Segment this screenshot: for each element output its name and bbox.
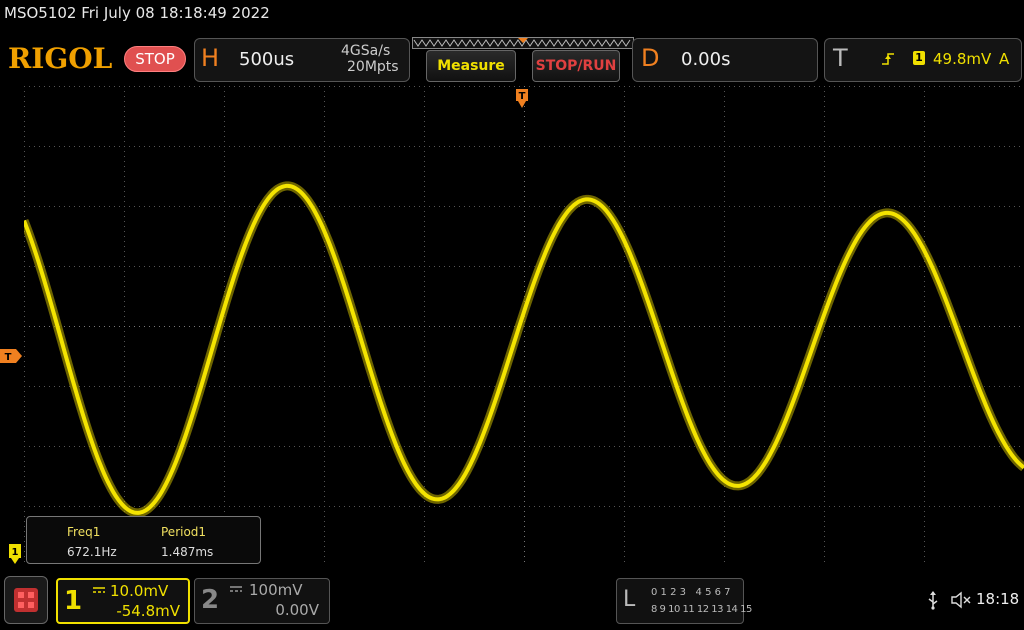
clock-time: 18:18: [976, 590, 1020, 608]
main-menu-button[interactable]: [4, 576, 48, 624]
channel1-scale: 10.0mV: [110, 582, 169, 600]
trigger-level: 49.8mV: [933, 50, 992, 68]
dc-coupling-icon: [93, 587, 105, 593]
usb-icon: [928, 591, 938, 610]
horizontal-panel[interactable]: H 500us 4GSa/s 20Mpts: [194, 38, 410, 82]
trigger-mode: A: [999, 50, 1010, 68]
channel1-ground-marker[interactable]: 1: [8, 543, 22, 565]
channel1-number: 1: [64, 586, 83, 616]
horizontal-letter: H: [201, 44, 220, 72]
freq-value: 672.1Hz: [67, 545, 117, 559]
rising-edge-icon: [882, 53, 894, 65]
period-value: 1.487ms: [161, 545, 214, 559]
logic-channels-row2: 8 9 10 11 12 13 14 15: [651, 604, 752, 615]
logic-analyzer-panel[interactable]: L 0 1 2 3 4 5 6 7 8 9 10 11 12 13 14 15: [616, 578, 752, 624]
trigger-position-label: T: [519, 91, 526, 102]
timebase-value: 500us: [239, 49, 295, 70]
rigol-logo: RIGOL: [8, 42, 113, 75]
mute-speaker-icon[interactable]: [950, 591, 972, 609]
trigger-letter: T: [833, 44, 848, 72]
trigger-level-marker-label: T: [5, 352, 12, 363]
delay-letter: D: [641, 44, 660, 72]
channel1-panel[interactable]: 1 10.0mV -54.8mV: [56, 578, 190, 624]
channel2-panel[interactable]: 2 100mV 0.00V: [194, 578, 330, 624]
channel2-offset: 0.00V: [275, 601, 319, 619]
delay-value: 0.00s: [681, 49, 731, 70]
measurement-readout[interactable]: Freq1 672.1Hz Period1 1.487ms: [26, 516, 261, 564]
memory-overview-strip[interactable]: [412, 37, 634, 49]
logic-letter: L: [623, 587, 636, 612]
freq-label: Freq1: [67, 525, 101, 539]
trigger-source-badge: 1: [913, 51, 925, 65]
channel1-offset: -54.8mV: [116, 602, 180, 620]
channel1-ground-label: 1: [12, 547, 19, 558]
stop-run-button[interactable]: STOP/RUN: [532, 50, 620, 82]
dc-coupling-icon: [230, 586, 242, 592]
measure-button[interactable]: Measure: [426, 50, 516, 82]
channel2-scale: 100mV: [249, 581, 303, 599]
device-status-line: MSO5102 Fri July 08 18:18:49 2022: [4, 4, 270, 22]
waveform-display[interactable]: [24, 86, 1024, 566]
trigger-position-icon[interactable]: T: [515, 88, 529, 110]
memory-depth: 20Mpts: [347, 59, 399, 75]
channel2-number: 2: [201, 585, 220, 615]
delay-panel[interactable]: D 0.00s: [632, 38, 818, 82]
logic-channels-row1: 0 1 2 3 4 5 6 7: [651, 587, 731, 598]
run-state-badge[interactable]: STOP: [124, 46, 186, 72]
trigger-level-marker[interactable]: T: [0, 349, 24, 363]
grid-menu-icon: [14, 588, 38, 612]
trigger-panel[interactable]: T 1 49.8mV A: [824, 38, 1022, 82]
period-label: Period1: [161, 525, 207, 539]
sample-rate: 4GSa/s: [341, 43, 391, 59]
